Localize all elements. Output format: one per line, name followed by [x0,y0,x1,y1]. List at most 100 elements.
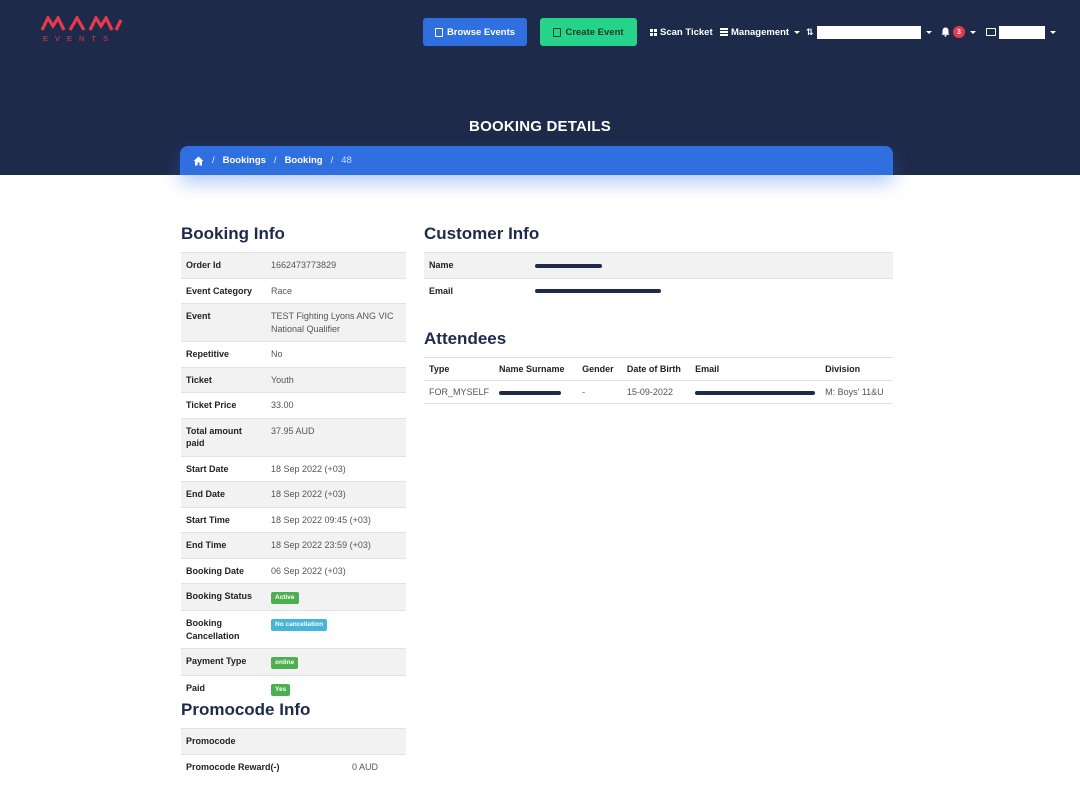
notifications-dropdown[interactable]: 3 [941,24,976,40]
attendees-table: Type Name Surname Gender Date of Birth E… [424,357,893,404]
status-badge: Active [271,592,299,604]
table-row: Promocode [181,728,406,754]
promocode-value [347,728,406,754]
table-row: Repetitive No [181,341,406,367]
attendee-dob: 15-09-2022 [621,380,691,404]
organization-switcher[interactable]: ⇅ [806,24,932,40]
qrcode-icon [650,28,657,36]
event-label: Event [181,303,266,342]
promocode-reward-value: 0 AUD [347,753,406,779]
table-row: Ticket Youth [181,366,406,393]
customer-name-label: Name [424,252,530,278]
attendee-gender: - [577,380,622,404]
table-row: Order Id 1662473773829 [181,252,406,278]
table-row: Ticket Price 33.00 [181,392,406,418]
start-time-label: Start Time [181,506,266,533]
ticket-value: Youth [266,366,406,393]
payment-type-badge: online [271,657,299,669]
total-amount-label: Total amount paid [181,417,266,456]
breadcrumb: / Bookings / Booking / 48 [180,146,893,175]
end-time-value: 18 Sep 2022 23:59 (+03) [266,532,406,558]
order-id-value: 1662473773829 [266,252,406,278]
user-card-icon [986,28,996,36]
customer-name-redacted [535,263,602,268]
event-value: TEST Fighting Lyons ANG VIC National Qua… [266,303,406,342]
cancellation-badge: No cancellation [271,619,328,631]
menu-icon [720,27,728,38]
notification-count-badge: 3 [953,26,965,38]
table-row: End Time 18 Sep 2022 23:59 (+03) [181,532,406,558]
management-label: Management [731,26,790,38]
booking-cancellation-label: Booking Cancellation [181,610,266,649]
calendar-icon [434,27,443,37]
total-amount-value: 37.95 AUD [266,417,406,456]
customer-info-table: Name Email [424,252,893,303]
start-time-value: 18 Sep 2022 09:45 (+03) [266,506,406,533]
table-row: Event Category Race [181,277,406,304]
management-dropdown[interactable]: Management [720,24,801,40]
promocode-reward-label: Promocode Reward(-) [181,753,347,779]
username-redacted [999,25,1045,39]
breadcrumb-booking[interactable]: Booking [285,155,323,166]
event-category-label: Event Category [181,277,266,304]
table-row: Payment Type online [181,648,406,676]
home-icon[interactable] [193,156,204,166]
table-row: Start Date 18 Sep 2022 (+03) [181,455,406,482]
booking-info-table: Order Id 1662473773829 Event Category Race… [181,252,406,702]
customer-email-label: Email [424,277,530,303]
chevron-down-icon [1050,30,1056,34]
start-date-value: 18 Sep 2022 (+03) [266,455,406,482]
browse-events-label: Browse Events [446,26,516,38]
table-row: Event TEST Fighting Lyons ANG VIC Nationa… [181,303,406,342]
chevron-down-icon [970,30,976,34]
paid-badge: Yes [271,684,291,696]
browse-events-button[interactable]: Browse Events [423,18,527,46]
brand-logo[interactable]: EVENTS [41,16,125,46]
page-title: BOOKING DETAILS [469,118,611,135]
breadcrumb-separator: / [330,155,334,166]
end-date-value: 18 Sep 2022 (+03) [266,481,406,507]
order-id-label: Order Id [181,252,266,278]
table-row: Booking Status Active [181,583,406,611]
scan-ticket-link[interactable]: Scan Ticket [650,24,713,40]
table-row: Booking Cancellation No cancellation [181,610,406,649]
attendee-type: FOR_MYSELF [424,380,495,404]
booking-status-label: Booking Status [181,583,266,611]
end-date-label: End Date [181,481,266,507]
breadcrumb-separator: / [212,155,215,166]
table-row: Total amount paid 37.95 AUD [181,417,406,456]
breadcrumb-separator: / [273,155,277,166]
breadcrumb-bookings[interactable]: Bookings [223,155,266,166]
booking-info-heading: Booking Info [181,224,285,243]
attendee-email-redacted [695,390,816,395]
table-row: End Date 18 Sep 2022 (+03) [181,481,406,507]
attendees-heading: Attendees [424,329,507,348]
column-header-gender: Gender [577,357,622,381]
switch-arrows-icon: ⇅ [806,26,814,37]
attendee-name-redacted [499,390,562,395]
attendees-header-row: Type Name Surname Gender Date of Birth E… [424,357,893,381]
logo-text: EVENTS [43,34,116,43]
calendar-plus-icon [553,27,562,37]
breadcrumb-current: 48 [341,155,352,166]
repetitive-value: No [266,341,406,367]
chevron-down-icon [794,30,801,34]
create-event-label: Create Event [565,26,624,38]
page-header: EVENTS Browse Events Create Event Scan T… [0,0,1080,175]
ticket-price-label: Ticket Price [181,392,266,418]
bell-icon [941,27,950,37]
table-row: Name [424,252,893,278]
scan-ticket-label: Scan Ticket [660,26,713,38]
paid-label: Paid [181,675,266,702]
booking-date-value: 06 Sep 2022 (+03) [266,557,406,584]
column-header-type: Type [424,357,495,381]
table-row: Email [424,277,893,303]
event-category-value: Race [266,277,406,304]
column-header-name: Name Surname [494,357,578,381]
promocode-label: Promocode [181,728,347,754]
table-row: Paid Yes [181,675,406,702]
chevron-down-icon [925,30,932,34]
booking-date-label: Booking Date [181,557,266,584]
create-event-button[interactable]: Create Event [540,18,637,46]
user-menu[interactable] [986,24,1056,40]
